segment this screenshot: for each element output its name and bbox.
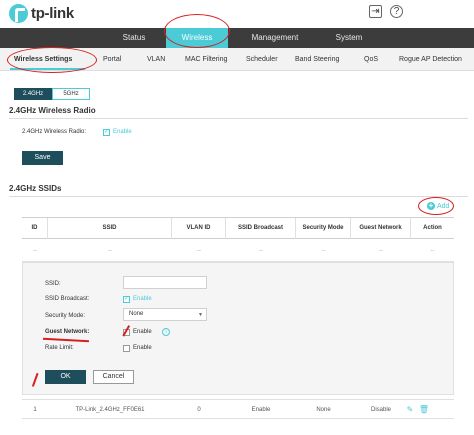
- save-button[interactable]: Save: [22, 151, 63, 165]
- ssid-input[interactable]: [123, 276, 207, 289]
- ssid-divider: [9, 196, 468, 197]
- col-ssid: SSID: [48, 218, 172, 239]
- placeholder-cell: --: [379, 248, 383, 254]
- col-ssid-broadcast: SSID Broadcast: [226, 218, 296, 239]
- placeholder-cell: --: [197, 248, 201, 254]
- radio-section-title: 2.4GHz Wireless Radio: [9, 106, 96, 115]
- subnav-scheduler[interactable]: Scheduler: [246, 48, 278, 71]
- tab-system[interactable]: System: [318, 28, 380, 48]
- ssid-section-title: 2.4GHz SSIDs: [9, 184, 62, 193]
- band-5ghz-button[interactable]: 5GHz: [52, 88, 90, 100]
- subnav-band-steering[interactable]: Band Steering: [295, 48, 339, 71]
- ssid-table-header: ID SSID VLAN ID SSID Broadcast Security …: [22, 217, 454, 239]
- subnav-rogue-ap-detection[interactable]: Rogue AP Detection: [399, 48, 462, 71]
- radio-divider: [9, 118, 468, 119]
- ssid-broadcast-checkbox[interactable]: ✓: [123, 296, 130, 303]
- row-security-mode: None: [316, 407, 331, 413]
- col-security-mode: Security Mode: [296, 218, 351, 239]
- logo-mark-icon: [9, 4, 28, 23]
- radio-label: 2.4GHz Wireless Radio:: [22, 129, 87, 135]
- col-guest-network: Guest Network: [351, 218, 411, 239]
- guest-network-enable-label: Enable: [133, 329, 152, 335]
- annotation-circle-wireless-settings: [7, 47, 97, 73]
- annotation-circle-add: [418, 197, 454, 215]
- ssid-broadcast-label: SSID Broadcast:: [45, 296, 90, 302]
- edit-icon[interactable]: ✎: [403, 400, 417, 420]
- logout-icon[interactable]: ⇥: [369, 5, 382, 18]
- subnav-portal[interactable]: Portal: [103, 48, 121, 71]
- table-row: 1 TP-Link_2.4GHz_FF0E61 0 Enable None Di…: [22, 399, 454, 419]
- security-mode-label: Security Mode:: [45, 313, 86, 319]
- rate-limit-enable-label: Enable: [133, 345, 152, 351]
- tab-status[interactable]: Status: [104, 28, 164, 48]
- subnav-vlan[interactable]: VLAN: [147, 48, 165, 71]
- rate-limit-checkbox[interactable]: [123, 345, 130, 352]
- guest-network-label: Guest Network:: [45, 329, 90, 335]
- security-mode-value: None: [129, 311, 144, 317]
- top-navigation: Status Wireless Management System: [0, 28, 474, 48]
- placeholder-cell: --: [321, 248, 326, 254]
- row-id: 1: [33, 407, 37, 413]
- ok-button[interactable]: OK: [45, 370, 86, 384]
- cancel-button[interactable]: Cancel: [93, 370, 134, 384]
- ssid-broadcast-enable-label: Enable: [133, 296, 152, 302]
- delete-icon[interactable]: 🗑: [417, 400, 431, 420]
- table-row-placeholder: -- -- -- -- -- -- --: [22, 240, 454, 262]
- placeholder-cell: --: [259, 248, 263, 254]
- row-ssid-broadcast: Enable: [251, 407, 271, 413]
- ssid-field-label: SSID:: [45, 281, 61, 287]
- rate-limit-label: Rate Limit:: [45, 345, 74, 351]
- ssid-edit-panel: SSID: SSID Broadcast: ✓ Enable Security …: [22, 262, 454, 395]
- info-icon[interactable]: i: [162, 328, 170, 336]
- col-action: Action: [423, 225, 442, 231]
- radio-enable-label: Enable: [113, 129, 132, 135]
- help-icon[interactable]: ?: [390, 5, 403, 18]
- band-2-4ghz-button[interactable]: 2.4GHz: [14, 88, 52, 100]
- row-ssid: TP-Link_2.4GHz_FF0E61: [75, 407, 145, 413]
- row-vlan-id: 0: [197, 407, 201, 413]
- placeholder-cell: --: [430, 248, 435, 254]
- row-guest-network: Disable: [370, 407, 391, 413]
- placeholder-cell: --: [108, 248, 112, 254]
- chevron-down-icon: ▼: [198, 312, 203, 318]
- radio-enable-checkbox[interactable]: ✓: [103, 129, 110, 136]
- tp-link-logo: tp-link: [9, 4, 74, 23]
- col-vlan-id: VLAN ID: [172, 218, 226, 239]
- placeholder-cell: --: [33, 248, 37, 254]
- subnav-mac-filtering[interactable]: MAC Filtering: [185, 48, 227, 71]
- annotation-circle-wireless: [164, 14, 230, 48]
- col-id: ID: [22, 218, 48, 239]
- band-toggle: 2.4GHz 5GHz: [14, 88, 90, 100]
- header-bar: tp-link ⇥ ?: [0, 0, 474, 28]
- security-mode-select[interactable]: None ▼: [123, 308, 207, 321]
- tab-management[interactable]: Management: [240, 28, 310, 48]
- subnav-qos[interactable]: QoS: [364, 48, 378, 71]
- brand-name: tp-link: [31, 5, 74, 22]
